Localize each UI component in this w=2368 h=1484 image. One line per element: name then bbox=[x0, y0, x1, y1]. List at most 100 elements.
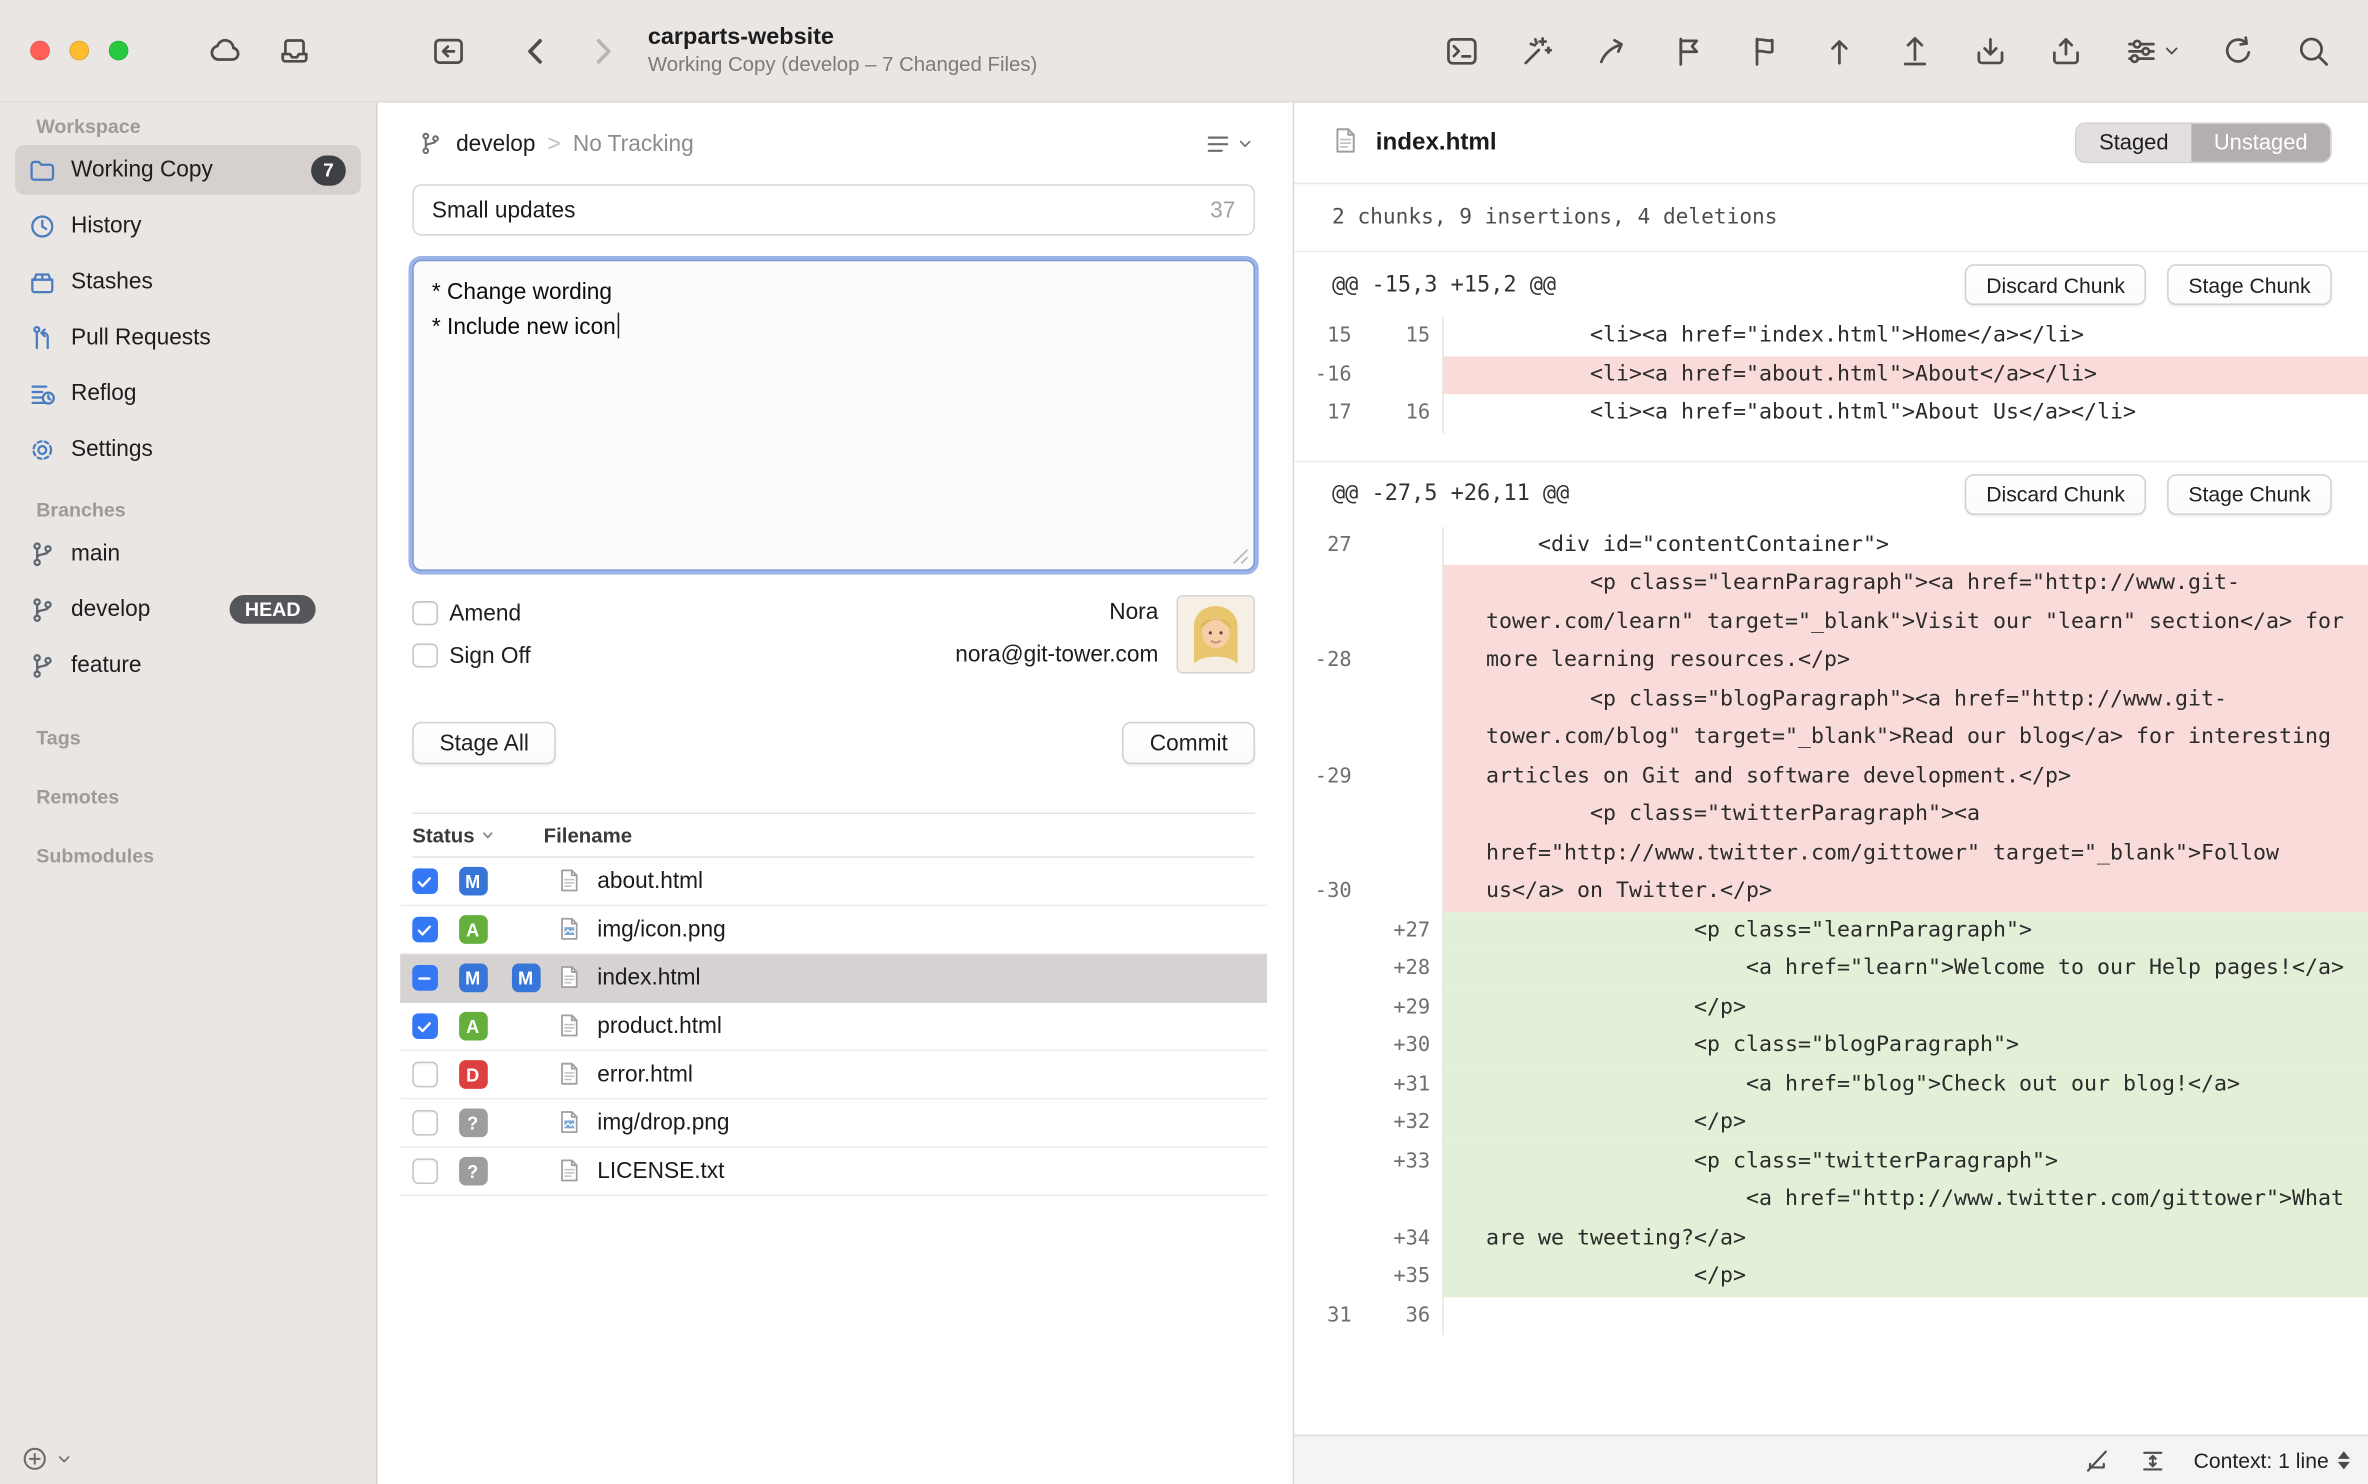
diff-line[interactable]: +35 </p> bbox=[1294, 1258, 2368, 1297]
diff-line[interactable]: +27 <p class="learnParagraph"> bbox=[1294, 911, 2368, 950]
amend-checkbox[interactable] bbox=[412, 601, 437, 626]
forward-button[interactable] bbox=[584, 32, 620, 68]
diff-line[interactable]: +31 <a href="blog">Check out our blog!</… bbox=[1294, 1065, 2368, 1104]
commit-message-input[interactable]: * Change wording* Include new icon bbox=[412, 260, 1255, 571]
diff-code-text: <p class="learnParagraph"> bbox=[1486, 911, 2363, 950]
new-line-number: +33 bbox=[1361, 1142, 1443, 1181]
status-badge bbox=[511, 1060, 540, 1089]
file-checkbox[interactable] bbox=[412, 869, 437, 894]
diff-line[interactable]: +28 <a href="learn">Welcome to our Help … bbox=[1294, 950, 2368, 989]
stash-button[interactable] bbox=[1972, 32, 2008, 68]
diff-line[interactable]: 1716 <li><a href="about.html">About Us</… bbox=[1294, 394, 2368, 433]
sidebar-item-feature[interactable]: feature bbox=[15, 640, 361, 690]
titlebar-sidebar-icons bbox=[207, 32, 313, 68]
file-row[interactable]: Aproduct.html bbox=[400, 1003, 1267, 1051]
sidebar-item-working-copy[interactable]: Working Copy7 bbox=[15, 145, 361, 195]
context-stepper[interactable]: Context: 1 line bbox=[2194, 1448, 2350, 1472]
close-button[interactable] bbox=[30, 41, 50, 61]
file-checkbox[interactable] bbox=[412, 1014, 437, 1039]
diff-line[interactable]: 3136 bbox=[1294, 1297, 2368, 1336]
sidebar-item-settings[interactable]: Settings bbox=[15, 424, 361, 474]
apply-stash-button[interactable] bbox=[2048, 32, 2084, 68]
file-checkbox[interactable] bbox=[412, 1062, 437, 1087]
checkout-button[interactable] bbox=[1595, 32, 1631, 68]
sidebar-item-develop[interactable]: developHEAD bbox=[15, 584, 361, 634]
avatar bbox=[1176, 595, 1255, 674]
gear-icon bbox=[27, 434, 57, 464]
tab-unstaged[interactable]: Unstaged bbox=[2191, 124, 2330, 162]
clock-icon bbox=[27, 211, 57, 241]
sidebar-item-stashes[interactable]: Stashes bbox=[15, 257, 361, 307]
file-row[interactable]: Aimg/icon.png bbox=[400, 906, 1267, 954]
sidebar-item-history[interactable]: History bbox=[15, 201, 361, 251]
diff-code-cell: <a href="learn">Welcome to our Help page… bbox=[1442, 950, 2368, 989]
resize-grip[interactable] bbox=[1232, 548, 1249, 565]
rebase-button[interactable] bbox=[1746, 32, 1782, 68]
zoom-button[interactable] bbox=[109, 41, 129, 61]
chunk-header-label: @@ -15,3 +15,2 @@ bbox=[1332, 273, 1556, 297]
diff-line[interactable]: 27 <div id="contentContainer"> bbox=[1294, 526, 2368, 565]
pull-button[interactable] bbox=[1821, 32, 1857, 68]
stage-chunk-button[interactable]: Stage Chunk bbox=[2167, 264, 2332, 305]
author-block: Nora nora@git-tower.com bbox=[955, 592, 1255, 677]
diff-line[interactable]: +30 <p class="blogParagraph"> bbox=[1294, 1027, 2368, 1066]
diff-line[interactable]: -29 <p class="blogParagraph"><a href="ht… bbox=[1294, 680, 2368, 796]
file-checkbox[interactable] bbox=[412, 1159, 437, 1184]
diff-line[interactable]: -16 <li><a href="about.html">About</a></… bbox=[1294, 356, 2368, 395]
sidebar-item-main[interactable]: main bbox=[15, 529, 361, 579]
image-file-icon bbox=[555, 1108, 582, 1138]
signoff-checkbox[interactable] bbox=[412, 643, 437, 668]
diff-line[interactable]: -28 <p class="learnParagraph"><a href="h… bbox=[1294, 565, 2368, 681]
merge-button[interactable] bbox=[1670, 32, 1706, 68]
view-options-button[interactable] bbox=[2123, 32, 2180, 68]
back-button[interactable] bbox=[518, 32, 554, 68]
archive-button[interactable] bbox=[276, 32, 312, 68]
file-row[interactable]: ?img/drop.png bbox=[400, 1099, 1267, 1147]
diff-line[interactable]: 1515 <li><a href="index.html">Home</a></… bbox=[1294, 317, 2368, 356]
file-name: about.html bbox=[597, 868, 703, 894]
diff-line[interactable]: +34 <a href="http://www.twitter.com/gitt… bbox=[1294, 1181, 2368, 1258]
column-header-filename[interactable]: Filename bbox=[544, 824, 632, 847]
list-options-button[interactable] bbox=[1204, 129, 1254, 158]
column-header-status[interactable]: Status bbox=[412, 824, 543, 847]
add-repository-button[interactable] bbox=[21, 1445, 72, 1472]
diff-line[interactable]: +29 </p> bbox=[1294, 988, 2368, 1027]
discard-chunk-button[interactable]: Discard Chunk bbox=[1965, 264, 2146, 305]
sidebar-item-pull-requests[interactable]: Pull Requests bbox=[15, 313, 361, 363]
cloud-button[interactable] bbox=[207, 32, 243, 68]
file-row[interactable]: Mabout.html bbox=[400, 858, 1267, 906]
push-button[interactable] bbox=[1897, 32, 1933, 68]
minimize-button[interactable] bbox=[69, 41, 89, 61]
file-checkbox[interactable] bbox=[412, 917, 437, 942]
diff-line[interactable]: -30 <p class="twitterParagraph"><a href=… bbox=[1294, 796, 2368, 912]
file-checkbox[interactable] bbox=[412, 965, 437, 990]
sidebar-item-badge: HEAD bbox=[230, 595, 316, 624]
file-row[interactable]: ?LICENSE.txt bbox=[400, 1148, 1267, 1196]
stage-chunk-button[interactable]: Stage Chunk bbox=[2167, 473, 2332, 514]
line-spacing-icon[interactable] bbox=[2138, 1446, 2167, 1475]
file-row[interactable]: Derror.html bbox=[400, 1051, 1267, 1099]
new-line-number: 15 bbox=[1361, 317, 1443, 356]
stepper-icon[interactable] bbox=[2338, 1451, 2350, 1469]
file-row[interactable]: MMindex.html bbox=[400, 954, 1267, 1002]
diff-line[interactable]: +33 <p class="twitterParagraph"> bbox=[1294, 1142, 2368, 1181]
file-checkbox[interactable] bbox=[412, 1110, 437, 1135]
repositories-icon[interactable] bbox=[430, 32, 466, 68]
terminal-button[interactable] bbox=[1444, 32, 1480, 68]
new-line-number: +34 bbox=[1361, 1181, 1443, 1258]
ignore-whitespace-icon[interactable] bbox=[2082, 1446, 2111, 1475]
discard-chunk-button[interactable]: Discard Chunk bbox=[1965, 473, 2146, 514]
sidebar-item-reflog[interactable]: Reflog bbox=[15, 368, 361, 418]
apply-stash-icon bbox=[2048, 32, 2084, 68]
diff-line[interactable]: +32 </p> bbox=[1294, 1104, 2368, 1143]
diff-code-cell: <li><a href="about.html">About Us</a></l… bbox=[1442, 394, 2368, 433]
refresh-button[interactable] bbox=[2220, 32, 2256, 68]
search-button[interactable] bbox=[2296, 32, 2332, 68]
tab-staged[interactable]: Staged bbox=[2076, 124, 2191, 162]
commit-button[interactable]: Commit bbox=[1123, 722, 1255, 764]
quick-actions-button[interactable] bbox=[1519, 32, 1555, 68]
stage-all-button[interactable]: Stage All bbox=[412, 722, 556, 764]
commit-subject-input[interactable]: Small updates 37 bbox=[412, 184, 1255, 235]
file-table: Status Filename Mabout.htmlAimg/icon.png… bbox=[412, 812, 1255, 1196]
commit-message-line: * Include new icon bbox=[432, 310, 1235, 345]
